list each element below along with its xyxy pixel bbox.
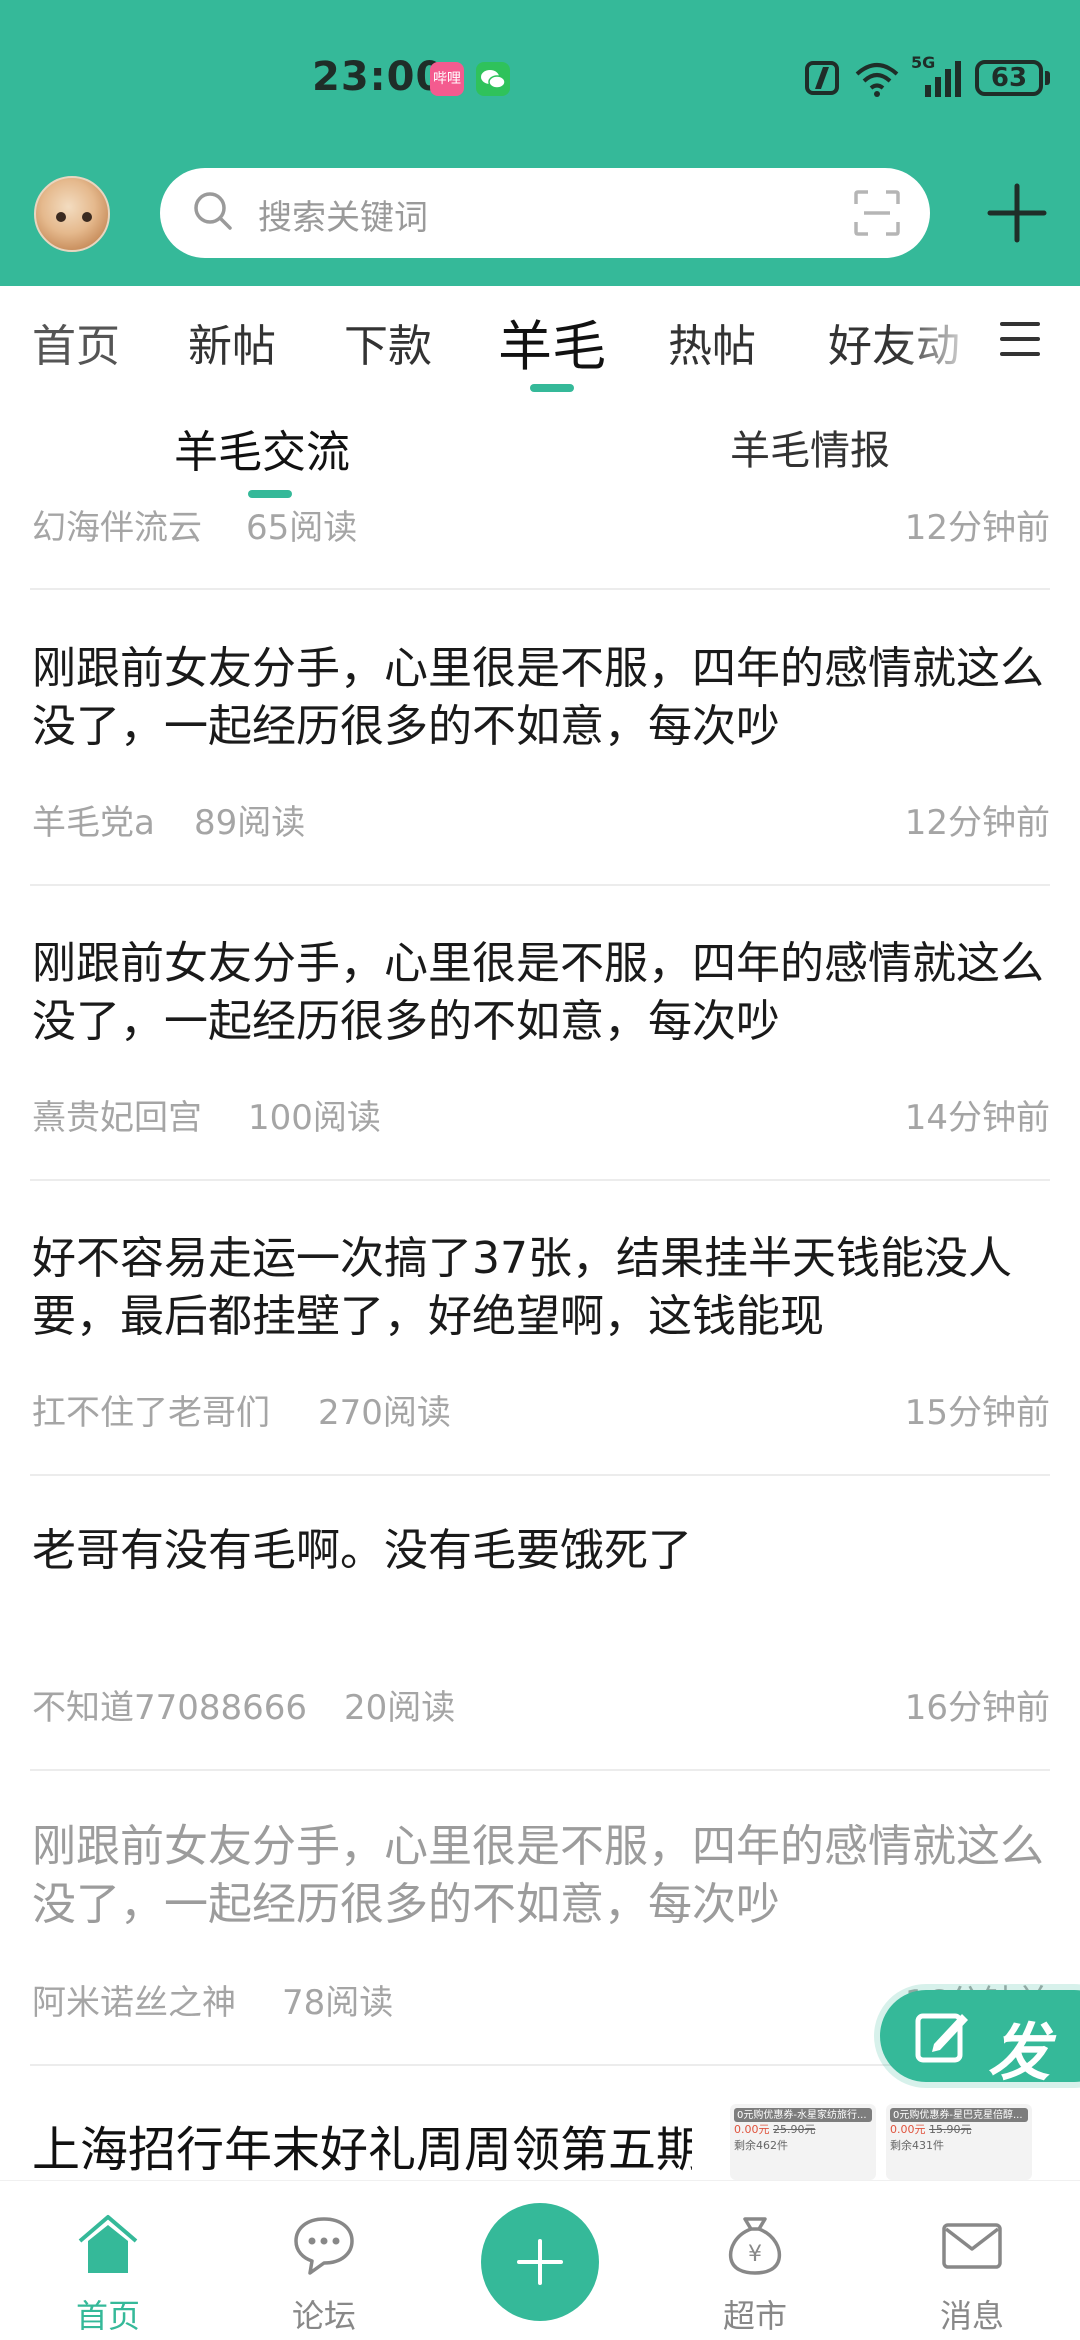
divider [30, 1769, 1050, 1771]
status-icons: 5G 63 [805, 53, 1050, 100]
status-bar: 23:00 哔哩 5G 63 [0, 50, 1080, 110]
tab-loans[interactable]: 下款 [344, 310, 432, 374]
post-meta: 羊毛党a 89阅读 12分钟前 [32, 795, 1050, 843]
edit-icon [915, 2013, 968, 2063]
tab-new-posts[interactable]: 新帖 [188, 310, 276, 374]
publish-label: 发 [988, 2016, 1051, 2089]
chat-bubble-icon [294, 2217, 354, 2275]
divider [30, 1179, 1050, 1181]
battery-level: 63 [975, 60, 1043, 96]
tab-hot-posts[interactable]: 热帖 [668, 310, 756, 374]
post-author: 阿米诺丝之神 [32, 1983, 236, 2023]
nav-label: 论坛 [291, 2297, 356, 2335]
post-author: 幻海伴流云 [32, 508, 202, 548]
menu-icon[interactable] [1000, 322, 1040, 356]
post-reads: 89阅读 [194, 803, 306, 843]
ad-card-name: 0元购优惠券-星巴克星倍醇... [890, 2108, 1028, 2122]
nfc-icon [805, 61, 839, 95]
post-author: 羊毛党a [32, 803, 155, 843]
ad-card-price: 0.00元 [890, 2123, 926, 2136]
envelope-icon [942, 2223, 1002, 2269]
ad-card-remaining: 剩余462件 [734, 2139, 788, 2152]
subtab-wool-intel[interactable]: 羊毛情报 [730, 418, 890, 476]
bilibili-notification-icon: 哔哩 [430, 62, 464, 96]
post-title[interactable]: 刚跟前女友分手，心里很是不服，四年的感情就这么没了，一起经历很多的不如意，每次吵 [32, 640, 1052, 756]
post-author: 不知道77088666 [32, 1688, 308, 1728]
post-author: 熹贵妃回宫 [32, 1098, 202, 1138]
nav-forum[interactable]: 论坛 [249, 2181, 399, 2340]
nav-messages[interactable]: 消息 [897, 2181, 1047, 2340]
battery-icon: 63 [975, 60, 1050, 96]
divider [30, 884, 1050, 886]
ad-card[interactable]: 0元购优惠券-星巴克星倍醇... 0.00元 15.90元 剩余431件 [886, 2104, 1032, 2180]
status-time: 23:00 [312, 54, 445, 100]
divider [30, 1474, 1050, 1476]
post-reads: 20阅读 [344, 1688, 456, 1728]
add-post-button[interactable] [986, 182, 1048, 244]
post-time: 12分钟前 [904, 508, 1050, 548]
network-type: 5G [911, 53, 936, 72]
divider [30, 588, 1050, 590]
ad-card-original: 25.90元 [773, 2123, 816, 2136]
money-bag-icon: ¥ [728, 2217, 782, 2275]
post-time: 15分钟前 [904, 1393, 1050, 1433]
scan-icon[interactable] [854, 190, 900, 236]
ad-card-price: 0.00元 [734, 2123, 770, 2136]
tab-wool[interactable]: 羊毛 [498, 302, 606, 381]
post-reads: 270阅读 [318, 1393, 451, 1433]
post-meta: 扛不住了老哥们 270阅读 15分钟前 [32, 1385, 1050, 1433]
user-avatar[interactable] [34, 176, 110, 252]
post-meta: 不知道77088666 20阅读 16分钟前 [32, 1680, 1050, 1728]
post-time: 16分钟前 [904, 1688, 1050, 1728]
search-bar[interactable]: 搜索关键词 [160, 168, 930, 258]
cellular-signal-icon: 5G [911, 53, 961, 97]
wifi-icon [853, 58, 901, 98]
sub-tabs: 羊毛交流 羊毛情报 [0, 398, 1080, 498]
post-meta: 熹贵妃回宫 100阅读 14分钟前 [32, 1090, 1050, 1138]
plus-icon [517, 2239, 563, 2285]
post-time: 14分钟前 [904, 1098, 1050, 1138]
active-subtab-indicator [248, 490, 292, 498]
post-title[interactable]: 老哥有没有毛啊。没有毛要饿死了 [32, 1522, 1052, 1580]
compose-button[interactable] [481, 2203, 599, 2321]
home-icon [78, 2215, 138, 2273]
post-title[interactable]: 刚跟前女友分手，心里很是不服，四年的感情就这么没了，一起经历很多的不如意，每次吵 [32, 935, 1052, 1051]
nav-market[interactable]: ¥ 超市 [680, 2181, 830, 2340]
list-item[interactable]: 幻海伴流云 65阅读 12分钟前 [32, 500, 1050, 548]
ad-card[interactable]: 0元购优惠券-水星家纺旅行... 0.00元 25.90元 剩余462件 [730, 2104, 876, 2180]
post-author: 扛不住了老哥们 [32, 1393, 270, 1433]
nav-label: 消息 [939, 2297, 1004, 2335]
wechat-notification-icon [476, 62, 510, 96]
active-tab-indicator [530, 384, 574, 392]
bottom-nav: 首页 论坛 ¥ 超市 消息 [0, 2180, 1080, 2340]
svg-text:¥: ¥ [748, 2242, 762, 2267]
post-reads: 65阅读 [246, 508, 358, 548]
ad-card-remaining: 剩余431件 [890, 2139, 944, 2152]
nav-label: 超市 [722, 2297, 787, 2335]
ad-thumbnails[interactable]: 0元购优惠券-水星家纺旅行... 0.00元 25.90元 剩余462件 0元购… [730, 2104, 1080, 2180]
search-icon [194, 192, 232, 230]
category-tabs: 首页 新帖 下款 羊毛 热帖 好友动 [0, 286, 1080, 398]
ad-post-title[interactable]: 上海招行年末好礼周周领第五期 [32, 2110, 692, 2180]
ad-card-name: 0元购优惠券-水星家纺旅行... [734, 2108, 872, 2122]
post-reads: 78阅读 [282, 1983, 394, 2023]
post-title[interactable]: 刚跟前女友分手，心里很是不服，四年的感情就这么没了，一起经历很多的不如意，每次吵 [32, 1818, 1052, 1934]
ad-card-original: 15.90元 [929, 2123, 972, 2136]
post-time: 12分钟前 [904, 803, 1050, 843]
nav-label: 首页 [75, 2297, 140, 2335]
publish-post-button[interactable]: 发 [880, 1990, 1080, 2089]
post-reads: 100阅读 [248, 1098, 381, 1138]
search-input[interactable]: 搜索关键词 [258, 190, 428, 239]
app-root: 23:00 哔哩 5G 63 搜索关键词 首页 新帖 下款 羊毛 热帖 好友动 … [0, 0, 1080, 2340]
subtab-wool-exchange[interactable]: 羊毛交流 [174, 416, 350, 480]
tab-home[interactable]: 首页 [32, 310, 120, 374]
header: 23:00 哔哩 5G 63 搜索关键词 [0, 0, 1080, 286]
nav-home[interactable]: 首页 [33, 2181, 183, 2340]
post-title[interactable]: 好不容易走运一次搞了37张，结果挂半天钱能没人要，最后都挂壁了，好绝望啊，这钱能… [32, 1230, 1052, 1346]
